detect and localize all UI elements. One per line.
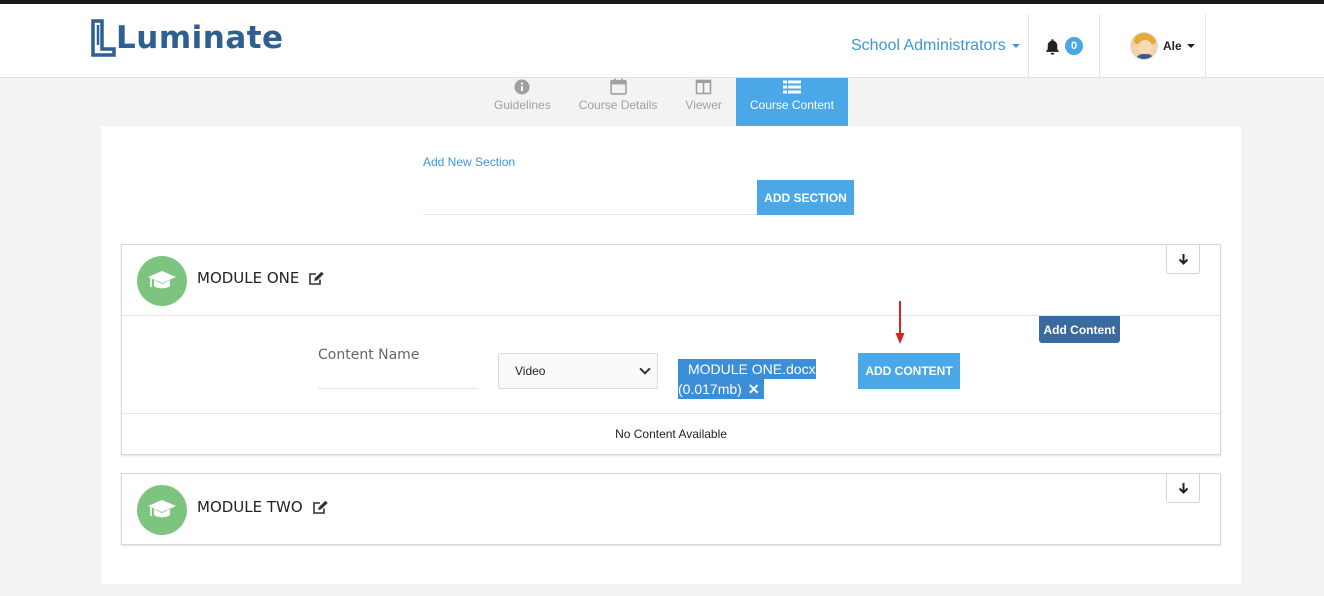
collapse-toggle-button[interactable] — [1166, 245, 1200, 274]
tab-viewer[interactable]: Viewer — [671, 78, 735, 126]
notifications-button[interactable]: 0 — [1044, 37, 1083, 55]
tab-guidelines[interactable]: Guidelines — [480, 78, 565, 126]
tab-label: Course Content — [749, 98, 834, 112]
module-card: MODULE TWO — [121, 473, 1221, 545]
module-header: MODULE TWO — [122, 474, 1220, 545]
module-title: MODULE TWO — [197, 498, 329, 516]
file-name: MODULE ONE.docx — [678, 359, 816, 379]
graduation-cap-icon — [137, 485, 187, 535]
graduation-cap-icon — [137, 256, 187, 306]
course-tabs: Guidelines Course Details Viewer Course … — [480, 78, 848, 126]
content-name-underline — [318, 388, 478, 389]
module-header: MODULE ONE — [122, 245, 1220, 316]
info-circle-icon — [514, 79, 530, 95]
uploaded-file-chip: MODULE ONE.docx (0.017mb) ✕ — [678, 359, 816, 399]
arrow-down-icon — [1178, 254, 1188, 265]
user-menu[interactable]: Ale — [1130, 32, 1195, 60]
nav-divider — [1205, 14, 1206, 78]
list-icon — [782, 80, 801, 94]
notification-count-badge: 0 — [1065, 37, 1083, 55]
nav-divider — [1028, 14, 1029, 78]
tab-label: Viewer — [685, 98, 722, 112]
content-name-input[interactable]: Content Name — [318, 347, 419, 363]
section-name-input[interactable] — [423, 214, 757, 215]
role-dropdown[interactable]: School Administrators — [851, 37, 1020, 55]
tab-label: Guidelines — [494, 98, 551, 112]
edit-icon[interactable] — [312, 500, 329, 515]
module-title-text: MODULE TWO — [197, 498, 303, 516]
role-label: School Administrators — [851, 37, 1006, 54]
calendar-icon — [609, 78, 627, 95]
empty-content-text: No Content Available — [615, 427, 727, 441]
module-card: MODULE ONE Add Content Content Name Vide… — [121, 244, 1221, 455]
file-size: (0.017mb) — [678, 381, 742, 397]
empty-content-message: No Content Available — [122, 413, 1220, 454]
red-arrow-annotation — [895, 301, 905, 344]
content-type-select[interactable]: Video — [498, 353, 658, 389]
add-content-tab-button[interactable]: Add Content — [1039, 316, 1120, 343]
user-name: Ale — [1163, 39, 1182, 53]
bell-icon — [1046, 38, 1059, 55]
module-title-text: MODULE ONE — [197, 269, 300, 287]
add-content-button[interactable]: ADD CONTENT — [858, 353, 960, 389]
tab-label: Course Details — [578, 98, 658, 112]
collapse-toggle-button[interactable] — [1166, 474, 1200, 503]
close-icon[interactable]: ✕ — [748, 381, 760, 397]
arrow-down-icon — [1178, 483, 1188, 494]
edit-icon[interactable] — [308, 271, 325, 286]
chevron-down-icon — [1011, 44, 1020, 48]
columns-icon — [695, 79, 712, 95]
top-navbar: Luminate School Administrators 0 Ale — [0, 4, 1324, 78]
content-type-value: Video — [515, 364, 546, 378]
tab-course-details[interactable]: Course Details — [565, 78, 672, 126]
chevron-down-icon — [639, 363, 651, 375]
tab-course-content[interactable]: Course Content — [735, 78, 848, 126]
logo-text: Luminate — [116, 20, 284, 56]
add-section-button[interactable]: ADD SECTION — [757, 180, 854, 215]
nav-divider — [1099, 14, 1100, 78]
module-title: MODULE ONE — [197, 269, 325, 287]
chevron-down-icon — [1186, 44, 1195, 48]
course-content-panel: Add New Section ADD SECTION MODULE ONE A… — [101, 126, 1241, 584]
add-section-label: Add New Section — [423, 155, 516, 169]
logo-mark-icon — [91, 19, 116, 57]
avatar — [1130, 32, 1158, 60]
luminate-logo[interactable]: Luminate — [90, 16, 284, 60]
